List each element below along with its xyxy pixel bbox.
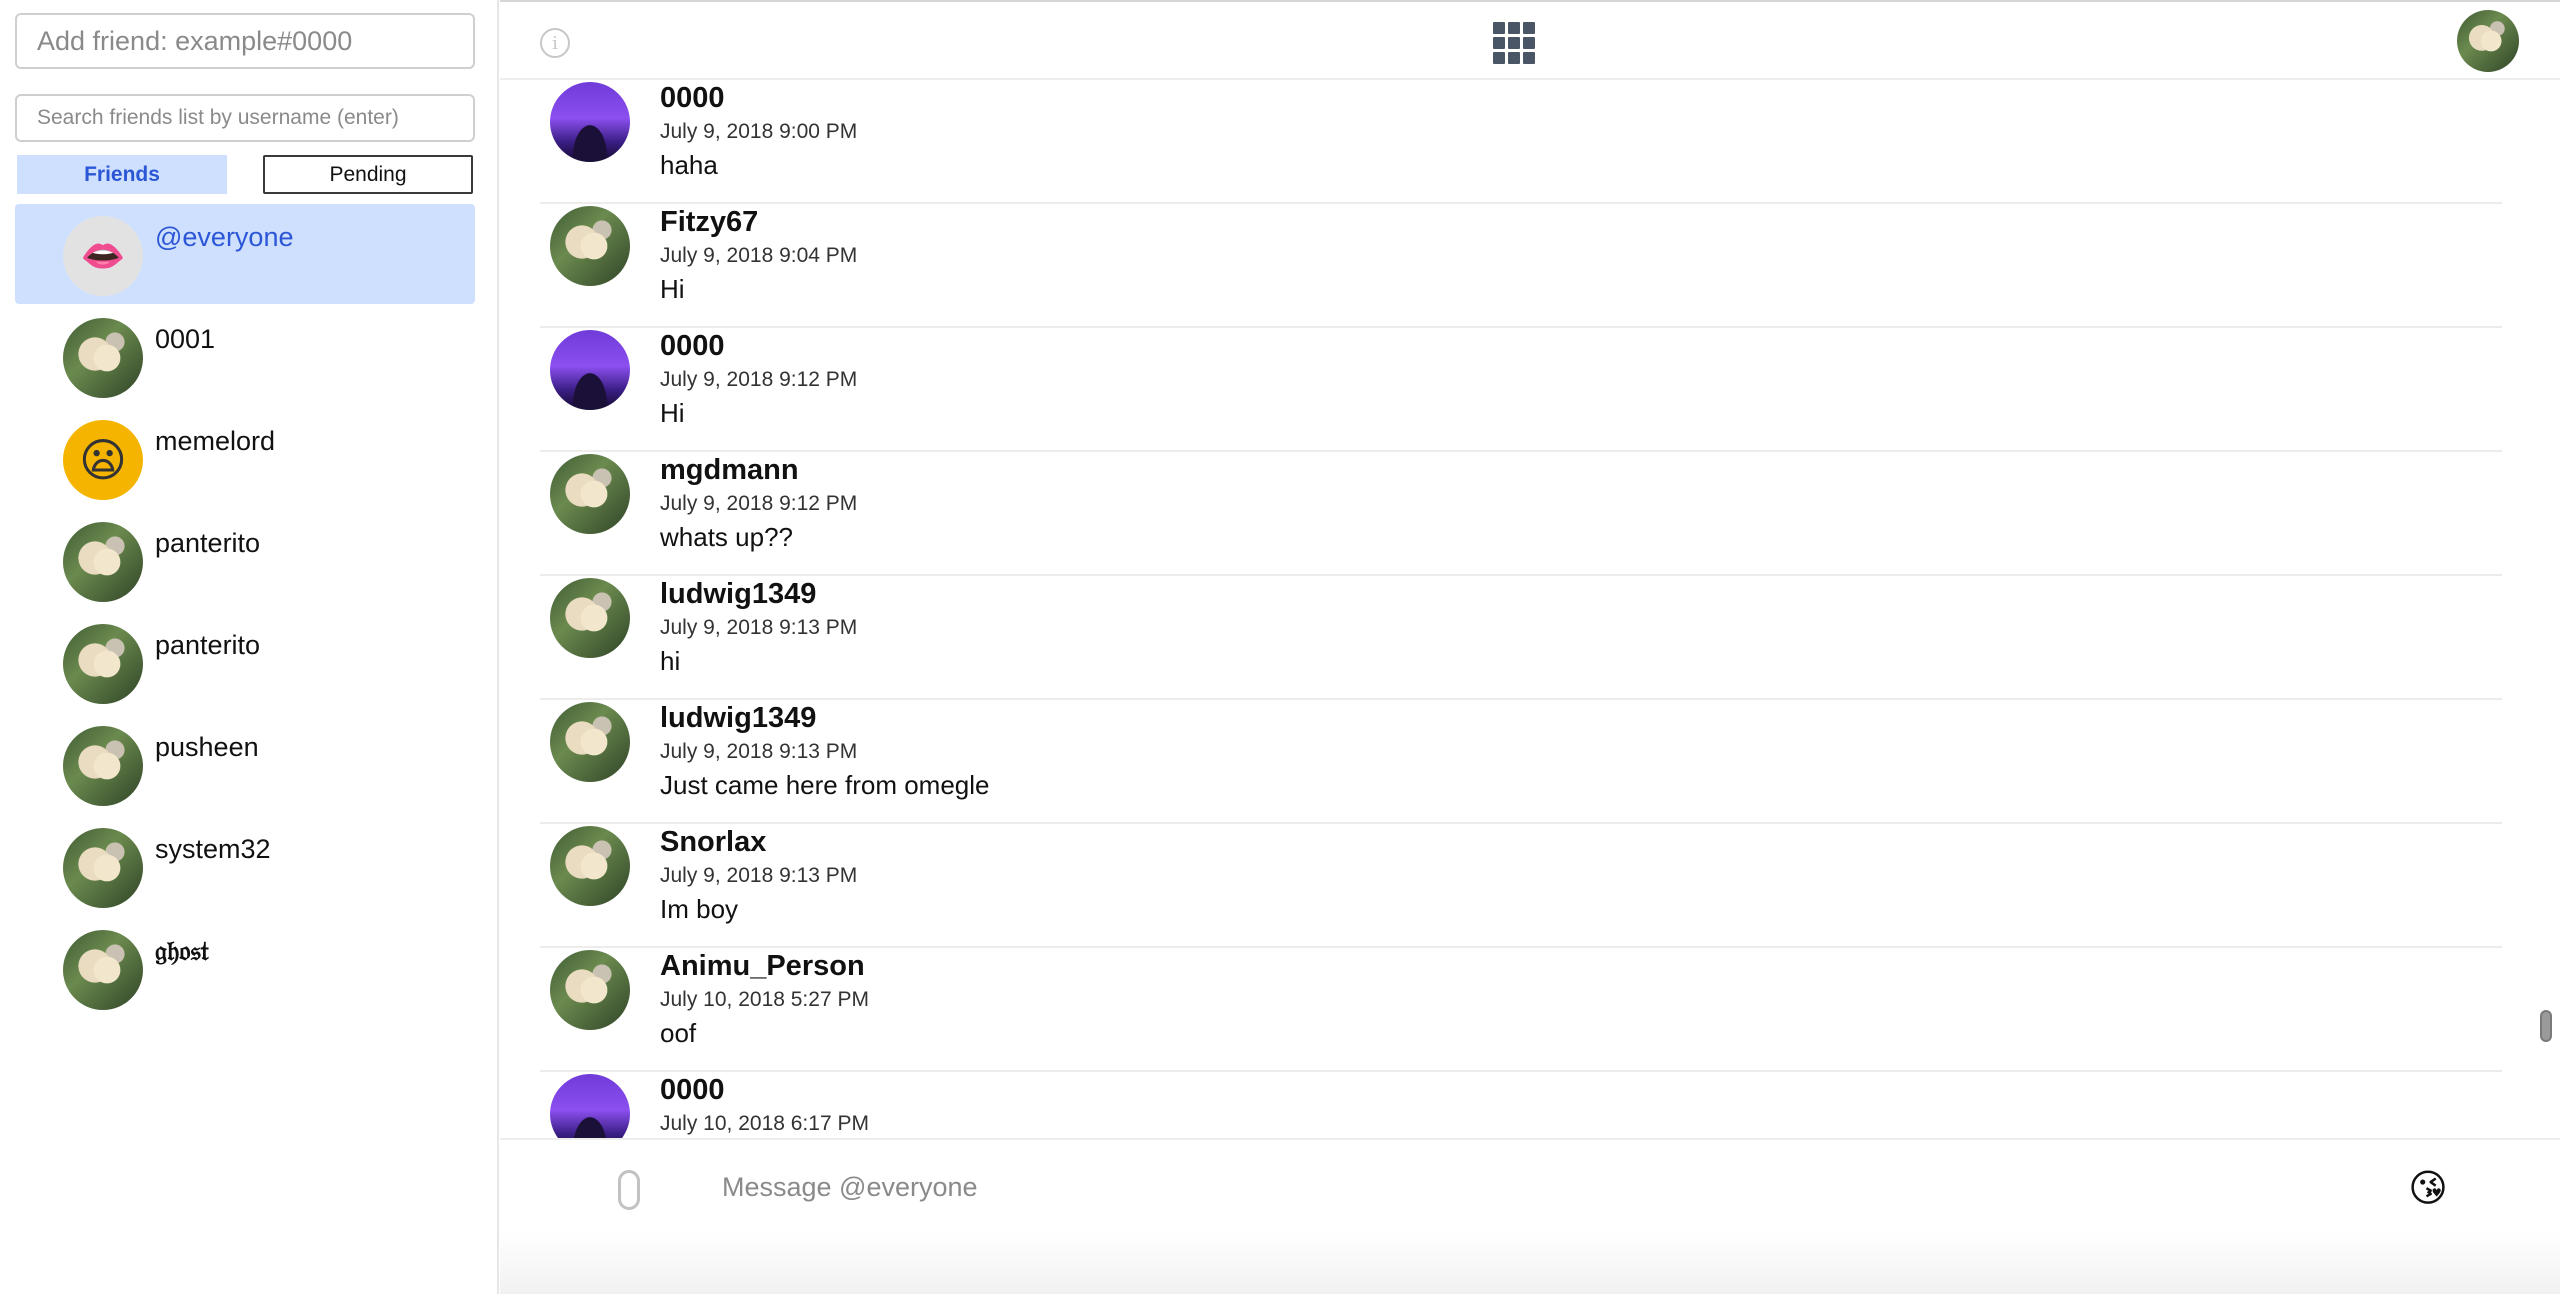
message-timestamp: July 9, 2018 9:13 PM	[660, 616, 858, 639]
friends-sidebar: Add friend: example#0000 Search friends …	[0, 0, 499, 1294]
dog-avatar	[63, 930, 143, 1010]
message-text: haha	[660, 150, 718, 180]
message-text: Im boy	[660, 894, 739, 924]
dog-avatar	[63, 624, 143, 704]
friend-name: system32	[155, 834, 271, 864]
message-text: Just came here from omegle	[660, 770, 990, 800]
message-item: mgdmann July 9, 2018 9:12 PM whats up??	[540, 452, 2502, 576]
dog-avatar	[63, 522, 143, 602]
dog-avatar	[63, 726, 143, 806]
message-item: ludwig1349 July 9, 2018 9:13 PM Just cam…	[540, 700, 2502, 824]
message-text: Hi	[660, 398, 685, 428]
anguished-emoji-avatar: 😦	[63, 420, 143, 500]
dog-avatar	[63, 828, 143, 908]
friend-name: @everyone	[155, 222, 294, 252]
message-scrollbar[interactable]	[2540, 1010, 2552, 1042]
friend-item-everyone[interactable]: 👄 @everyone	[15, 204, 475, 304]
purple-night-avatar[interactable]	[550, 330, 630, 410]
friend-name: 𝔤𝔥𝔬𝔰𝔱	[155, 936, 209, 967]
message-author[interactable]: Animu_Person	[660, 950, 865, 983]
message-timestamp: July 10, 2018 5:27 PM	[660, 988, 869, 1011]
message-author[interactable]: 0000	[660, 330, 725, 363]
dog-avatar[interactable]	[550, 454, 630, 534]
message-input[interactable]: Message @everyone	[722, 1162, 2222, 1212]
message-author[interactable]: ludwig1349	[660, 702, 816, 735]
message-item: Snorlax July 9, 2018 9:13 PM Im boy	[540, 824, 2502, 948]
friend-item-panterito[interactable]: panterito	[15, 510, 475, 612]
dog-avatar[interactable]	[550, 702, 630, 782]
message-timestamp: July 9, 2018 9:13 PM	[660, 864, 858, 887]
info-icon[interactable]: i	[540, 28, 570, 58]
message-item: 0000 July 9, 2018 9:12 PM Hi	[540, 328, 2502, 452]
friend-list: 👄 @everyone 0001 😦 memelord panterito pa…	[15, 204, 475, 1020]
friend-name: panterito	[155, 528, 261, 558]
message-timestamp: July 9, 2018 9:04 PM	[660, 244, 858, 267]
message-text: hi	[660, 646, 681, 676]
message-composer: Message @everyone 😘	[500, 1138, 2560, 1294]
dog-avatar[interactable]	[550, 826, 630, 906]
message-timestamp: July 9, 2018 9:12 PM	[660, 368, 858, 391]
message-author[interactable]: mgdmann	[660, 454, 799, 487]
message-text: whats up??	[660, 522, 793, 552]
message-timestamp: July 9, 2018 9:13 PM	[660, 740, 858, 763]
message-item: 0000 July 10, 2018 6:17 PM	[540, 1072, 2502, 1138]
purple-night-avatar[interactable]	[550, 1074, 630, 1138]
message-author[interactable]: Snorlax	[660, 826, 766, 859]
message-list: 0000 July 9, 2018 9:00 PM haha Fitzy67 J…	[540, 80, 2502, 1138]
friend-item-system32[interactable]: system32	[15, 816, 475, 918]
message-text: Hi	[660, 274, 685, 304]
chat-header: i	[500, 0, 2560, 80]
friend-item-pusheen[interactable]: pusheen	[15, 714, 475, 816]
dog-avatar	[63, 318, 143, 398]
message-item: 0000 July 9, 2018 9:00 PM haha	[540, 80, 2502, 204]
message-author[interactable]: 0000	[660, 82, 725, 115]
friend-name: panterito	[155, 630, 261, 660]
emoji-picker-button[interactable]: 😘	[2406, 1166, 2450, 1210]
message-timestamp: July 10, 2018 6:17 PM	[660, 1112, 869, 1135]
dog-avatar[interactable]	[550, 206, 630, 286]
message-item: Animu_Person July 10, 2018 5:27 PM oof	[540, 948, 2502, 1072]
tab-pending[interactable]: Pending	[263, 155, 473, 194]
message-author[interactable]: ludwig1349	[660, 578, 816, 611]
lips-emoji-avatar: 👄	[63, 216, 143, 296]
friend-name: memelord	[155, 426, 276, 456]
add-friend-input[interactable]: Add friend: example#0000	[15, 13, 475, 69]
friend-item-0001[interactable]: 0001	[15, 306, 475, 408]
friend-item-ghost[interactable]: 𝔤𝔥𝔬𝔰𝔱	[15, 918, 475, 1020]
message-author[interactable]: 0000	[660, 1074, 725, 1107]
friend-name: pusheen	[155, 732, 259, 762]
paperclip-icon[interactable]	[618, 1170, 640, 1210]
dog-avatar[interactable]	[550, 578, 630, 658]
dog-avatar[interactable]	[550, 950, 630, 1030]
message-timestamp: July 9, 2018 9:12 PM	[660, 492, 858, 515]
message-author[interactable]: Fitzy67	[660, 206, 758, 239]
friend-name: 0001	[155, 324, 216, 354]
message-item: Fitzy67 July 9, 2018 9:04 PM Hi	[540, 204, 2502, 328]
grid-icon[interactable]	[1493, 22, 1535, 64]
friend-item-memelord[interactable]: 😦 memelord	[15, 408, 475, 510]
purple-night-avatar[interactable]	[550, 82, 630, 162]
message-item: ludwig1349 July 9, 2018 9:13 PM hi	[540, 576, 2502, 700]
user-avatar[interactable]	[2457, 10, 2519, 72]
friend-item-panterito-2[interactable]: panterito	[15, 612, 475, 714]
tab-friends[interactable]: Friends	[17, 155, 227, 194]
message-timestamp: July 9, 2018 9:00 PM	[660, 120, 858, 143]
search-friends-input[interactable]: Search friends list by username (enter)	[15, 94, 475, 142]
message-text: oof	[660, 1018, 697, 1048]
